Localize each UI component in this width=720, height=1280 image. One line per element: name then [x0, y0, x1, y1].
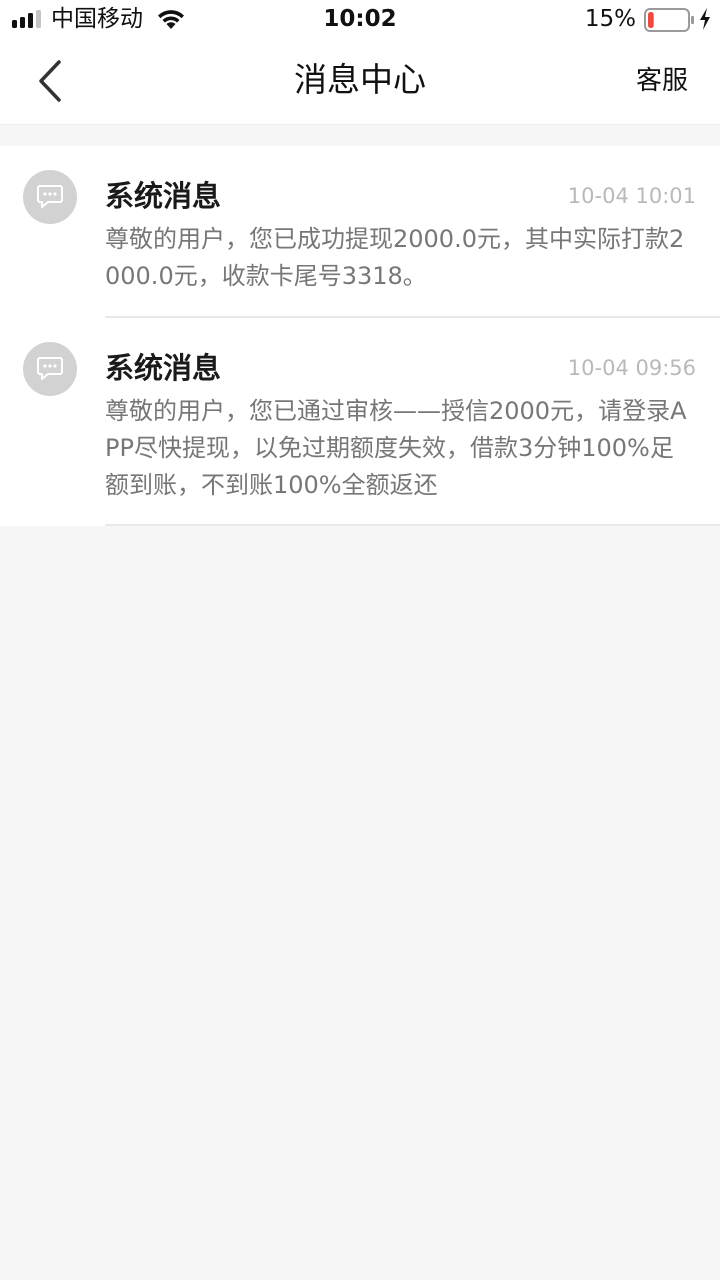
- message-title: 系统消息: [105, 179, 222, 213]
- page-title: 消息中心: [294, 60, 426, 99]
- message-bubble-icon: [23, 170, 77, 224]
- message-bubble-icon: [23, 342, 77, 396]
- message-body: 尊敬的用户，您已成功提现2000.0元，其中实际打款2000.0元，收款卡尾号3…: [105, 225, 685, 290]
- message-item[interactable]: 系统消息 10-04 09:56 尊敬的用户，您已通过审核——授信2000元，请…: [0, 318, 720, 526]
- customer-service-button[interactable]: 客服: [636, 64, 688, 98]
- status-bar: 中国移动 10:02 15%: [0, 0, 720, 40]
- battery-percent: 15%: [584, 6, 636, 32]
- message-center-screen: 中国移动 10:02 15% 消息中心 客服 系统消息 10-04 10:01 …: [0, 0, 720, 1280]
- message-list: 系统消息 10-04 10:01 尊敬的用户，您已成功提现2000.0元，其中实…: [0, 146, 720, 526]
- battery-icon: [644, 8, 694, 32]
- message-item[interactable]: 系统消息 10-04 10:01 尊敬的用户，您已成功提现2000.0元，其中实…: [0, 146, 720, 318]
- message-body: 尊敬的用户，您已通过审核——授信2000元，请登录APP尽快提现，以免过期额度失…: [105, 397, 687, 499]
- message-time: 10-04 10:01: [567, 184, 696, 208]
- divider: [105, 524, 720, 526]
- nav-bar: 消息中心 客服: [0, 40, 720, 125]
- charging-icon: [700, 8, 710, 30]
- message-title: 系统消息: [105, 351, 222, 385]
- message-time: 10-04 09:56: [567, 356, 696, 380]
